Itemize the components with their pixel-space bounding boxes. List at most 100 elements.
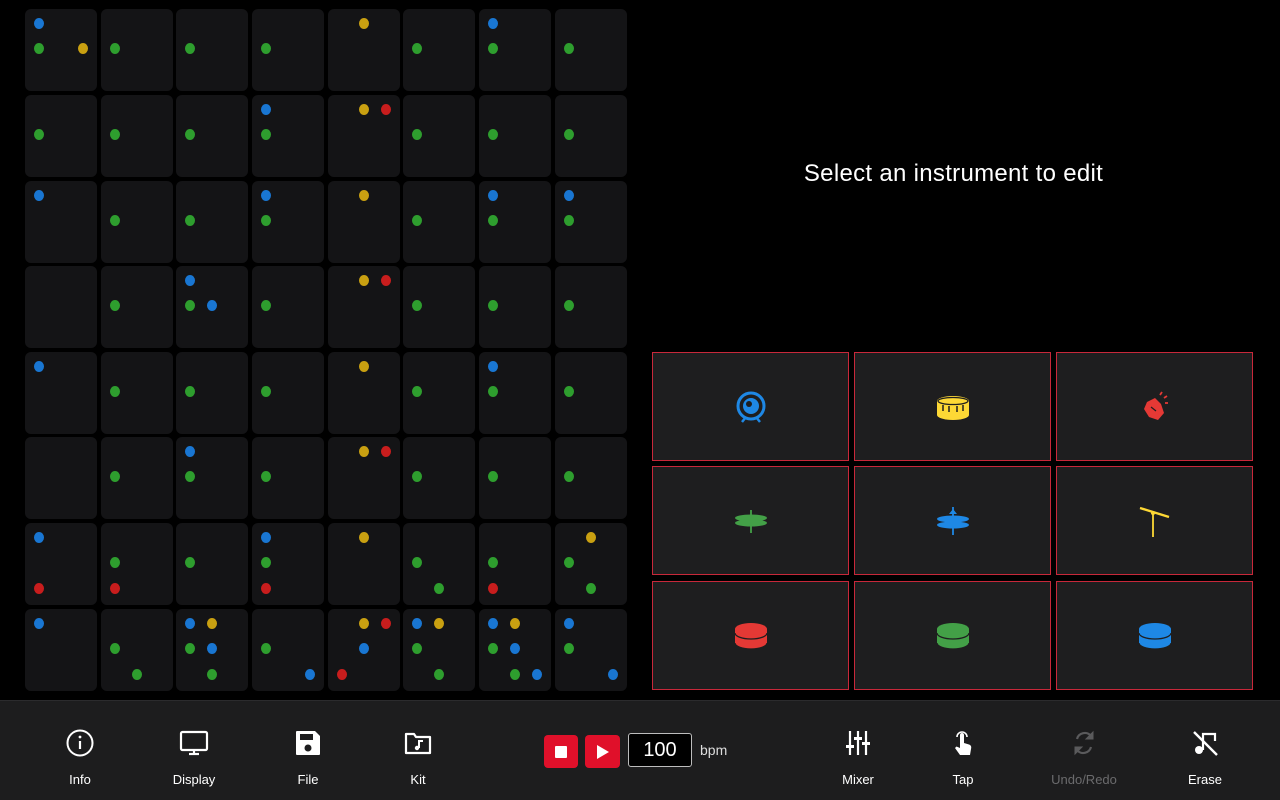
grid-cell[interactable]	[101, 181, 173, 263]
info-button[interactable]: Info	[30, 727, 130, 787]
grid-cell[interactable]	[25, 609, 97, 691]
play-button[interactable]	[585, 735, 620, 768]
grid-cell[interactable]	[252, 352, 324, 434]
green-note-dot	[185, 471, 195, 482]
grid-cell[interactable]	[479, 352, 551, 434]
grid-cell[interactable]	[176, 95, 248, 177]
grid-cell[interactable]	[25, 523, 97, 605]
tap-button[interactable]: Tap	[913, 727, 1013, 787]
grid-cell[interactable]	[101, 437, 173, 519]
grid-cell[interactable]	[555, 609, 627, 691]
grid-cell[interactable]	[101, 609, 173, 691]
undo-redo-button[interactable]: Undo/Redo	[1034, 727, 1134, 787]
grid-cell[interactable]	[403, 95, 475, 177]
grid-cell[interactable]	[403, 523, 475, 605]
grid-cell[interactable]	[328, 437, 400, 519]
green-note-dot	[207, 669, 217, 680]
grid-cell[interactable]	[176, 523, 248, 605]
save-icon	[296, 731, 320, 755]
grid-cell[interactable]	[479, 266, 551, 348]
file-button[interactable]: File	[258, 727, 358, 787]
grid-cell[interactable]	[176, 609, 248, 691]
grid-cell[interactable]	[101, 9, 173, 91]
grid-cell[interactable]	[555, 352, 627, 434]
grid-cell[interactable]	[555, 523, 627, 605]
kit-button[interactable]: Kit	[368, 727, 468, 787]
instrument-button-tom-red[interactable]	[652, 581, 849, 690]
blue-note-dot	[564, 618, 574, 629]
grid-cell[interactable]	[328, 95, 400, 177]
grid-cell[interactable]	[555, 437, 627, 519]
grid-cell[interactable]	[25, 437, 97, 519]
grid-cell[interactable]	[479, 181, 551, 263]
grid-cell[interactable]	[252, 181, 324, 263]
grid-cell[interactable]	[403, 181, 475, 263]
grid-cell[interactable]	[252, 266, 324, 348]
grid-cell[interactable]	[328, 266, 400, 348]
grid-cell[interactable]	[403, 266, 475, 348]
mixer-button[interactable]: Mixer	[808, 727, 908, 787]
green-note-dot	[488, 471, 498, 482]
grid-cell[interactable]	[328, 352, 400, 434]
grid-cell[interactable]	[176, 437, 248, 519]
grid-cell[interactable]	[403, 352, 475, 434]
instrument-button-cymbal[interactable]	[1056, 466, 1253, 575]
grid-cell[interactable]	[328, 181, 400, 263]
grid-cell[interactable]	[176, 9, 248, 91]
green-note-dot	[564, 300, 574, 311]
grid-cell[interactable]	[101, 266, 173, 348]
grid-cell[interactable]	[403, 437, 475, 519]
grid-cell[interactable]	[25, 95, 97, 177]
grid-cell[interactable]	[25, 181, 97, 263]
grid-cell[interactable]	[328, 609, 400, 691]
grid-cell[interactable]	[479, 95, 551, 177]
grid-cell[interactable]	[252, 609, 324, 691]
display-label: Display	[172, 772, 216, 787]
grid-cell[interactable]	[479, 437, 551, 519]
display-button[interactable]: Display	[144, 727, 244, 787]
beat-grid	[0, 0, 640, 700]
instrument-button-hi-hat[interactable]	[652, 466, 849, 575]
grid-cell[interactable]	[101, 95, 173, 177]
grid-cell[interactable]	[176, 352, 248, 434]
green-note-dot	[261, 643, 271, 654]
grid-cell[interactable]	[252, 95, 324, 177]
grid-cell[interactable]	[176, 181, 248, 263]
music-folder-icon	[404, 732, 432, 755]
grid-cell[interactable]	[403, 9, 475, 91]
yellow-note-dot	[510, 618, 520, 629]
green-note-dot	[261, 129, 271, 140]
grid-cell[interactable]	[101, 523, 173, 605]
touch-icon	[955, 731, 972, 755]
green-note-dot	[34, 129, 44, 140]
grid-cell[interactable]	[403, 609, 475, 691]
grid-cell[interactable]	[479, 523, 551, 605]
cymbal-icon	[1137, 504, 1173, 538]
instrument-button-tom-green[interactable]	[854, 581, 1051, 690]
grid-cell[interactable]	[252, 9, 324, 91]
erase-button[interactable]: Erase	[1155, 727, 1255, 787]
instrument-button-clap[interactable]	[1056, 352, 1253, 461]
grid-cell[interactable]	[101, 352, 173, 434]
grid-cell[interactable]	[555, 9, 627, 91]
bpm-input[interactable]	[628, 733, 692, 767]
instrument-button-tom-blue[interactable]	[1056, 581, 1253, 690]
grid-cell[interactable]	[252, 437, 324, 519]
grid-cell[interactable]	[25, 266, 97, 348]
grid-cell[interactable]	[328, 9, 400, 91]
grid-cell[interactable]	[252, 523, 324, 605]
green-note-dot	[488, 129, 498, 140]
grid-cell[interactable]	[555, 181, 627, 263]
grid-cell[interactable]	[25, 352, 97, 434]
grid-cell[interactable]	[25, 9, 97, 91]
instrument-button-kick-drum[interactable]	[652, 352, 849, 461]
grid-cell[interactable]	[328, 523, 400, 605]
grid-cell[interactable]	[555, 95, 627, 177]
grid-cell[interactable]	[555, 266, 627, 348]
grid-cell[interactable]	[479, 9, 551, 91]
instrument-button-snare-drum[interactable]	[854, 352, 1051, 461]
stop-button[interactable]	[544, 735, 578, 768]
grid-cell[interactable]	[176, 266, 248, 348]
grid-cell[interactable]	[479, 609, 551, 691]
instrument-button-open-hi-hat[interactable]	[854, 466, 1051, 575]
